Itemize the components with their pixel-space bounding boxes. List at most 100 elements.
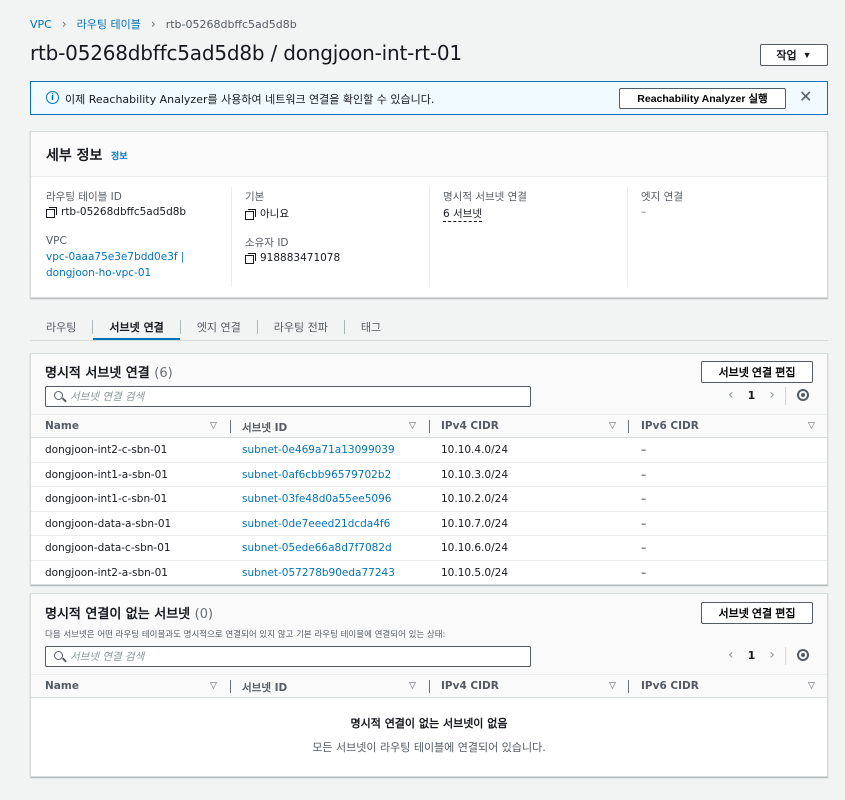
sort-down-icon[interactable]: ▽ [609, 681, 616, 691]
cell-subnet-link[interactable]: subnet-057278b90eda77243 [242, 567, 395, 579]
cell-ipv6: – [641, 468, 647, 481]
pagination: ‹ 1 › [728, 647, 775, 663]
column-header-ipv6-cidr[interactable]: IPv6 CIDR [641, 420, 699, 432]
cell-ipv6: – [641, 517, 647, 530]
chevron-right-icon[interactable]: › [769, 647, 775, 663]
route-table-id-label: 라우팅 테이블 ID [46, 191, 122, 203]
sort-down-icon[interactable]: ▽ [808, 681, 815, 691]
cell-ipv6: – [641, 567, 647, 579]
panel-title: 명시적 서브넷 연결 (6) [45, 362, 173, 381]
table-row[interactable]: dongjoon-data-a-sbn-01 subnet-0de7eeed21… [31, 512, 827, 537]
cell-subnet-link[interactable]: subnet-03fe48d0a55ee5096 [242, 493, 391, 505]
chevron-right-icon: › [61, 17, 67, 31]
breadcrumb-vpc-link[interactable]: VPC [30, 18, 52, 31]
vpc-link[interactable]: vpc-0aaa75e3e7bdd0e3f | [46, 251, 184, 263]
table-row[interactable]: dongjoon-int2-a-sbn-01 subnet-057278b90e… [31, 561, 827, 586]
sort-down-icon[interactable]: ▽ [409, 421, 416, 431]
run-reachability-analyzer-button[interactable]: Reachability Analyzer 실행 [619, 88, 786, 109]
actions-dropdown-button[interactable]: 작업 ▼ [760, 44, 828, 66]
sort-down-icon[interactable]: ▽ [210, 681, 217, 691]
empty-state-title: 명시적 연결이 없는 서브넷이 없음 [350, 717, 508, 730]
column-header-name[interactable]: Name [45, 680, 79, 692]
column-header-ipv6-cidr[interactable]: IPv6 CIDR [641, 680, 699, 692]
gear-icon[interactable] [797, 389, 809, 401]
page-number[interactable]: 1 [748, 649, 756, 662]
cell-subnet-link[interactable]: subnet-0de7eeed21dcda4f6 [242, 518, 390, 530]
info-icon: i [46, 91, 59, 104]
edit-subnet-associations-button[interactable]: 서브넷 연결 편집 [701, 602, 813, 624]
page-title: rtb-05268dbffc5ad5d8b / dongjoon-int-rt-… [30, 41, 462, 65]
panel-count: (6) [154, 366, 173, 381]
chevron-right-icon: › [150, 17, 156, 31]
column-separator[interactable] [230, 680, 231, 693]
column-header-name[interactable]: Name [45, 420, 79, 432]
column-header-ipv4-cidr[interactable]: IPv4 CIDR [441, 680, 499, 692]
search-field[interactable] [45, 646, 531, 667]
close-icon[interactable]: ✕ [799, 87, 812, 106]
cell-ipv4: 10.10.2.0/24 [441, 493, 508, 506]
tab-route-propagation[interactable]: 라우팅 전파 [258, 316, 344, 340]
breadcrumb-route-tables-link[interactable]: 라우팅 테이블 [77, 16, 141, 32]
column-header-ipv4-cidr[interactable]: IPv4 CIDR [441, 420, 499, 432]
tab-edge-associations[interactable]: 엣지 연결 [181, 316, 257, 340]
details-title: 세부 정보 [46, 148, 103, 164]
vpc-name-link[interactable]: dongjoon-ho-vpc-01 [46, 267, 151, 279]
cell-subnet-link[interactable]: subnet-0e469a71a13099039 [242, 444, 395, 456]
sort-down-icon[interactable]: ▽ [609, 421, 616, 431]
column-separator[interactable] [230, 420, 231, 433]
cell-ipv4: 10.10.5.0/24 [441, 567, 508, 579]
chevron-right-icon[interactable]: › [769, 387, 775, 403]
edge-assoc-label: 엣지 연결 [641, 191, 683, 203]
caret-down-icon: ▼ [802, 50, 812, 60]
column-separator[interactable] [628, 420, 629, 433]
explicit-assoc-label: 명시적 서브넷 연결 [443, 191, 527, 203]
copy-icon[interactable] [46, 207, 57, 218]
cell-ipv4: 10.10.7.0/24 [441, 517, 508, 530]
panel-title-text: 명시적 서브넷 연결 [45, 366, 150, 381]
divider [785, 387, 786, 405]
column-separator[interactable] [429, 420, 430, 433]
copy-icon[interactable] [245, 208, 256, 220]
panel-title-text: 명시적 연결이 없는 서브넷 [45, 607, 191, 622]
search-input[interactable] [70, 649, 510, 664]
sort-down-icon[interactable]: ▽ [808, 421, 815, 431]
column-divider [429, 187, 430, 287]
column-header-subnet-id[interactable]: 서브넷 ID [242, 680, 287, 695]
panel-title: 명시적 연결이 없는 서브넷 (0) [45, 603, 213, 622]
sort-down-icon[interactable]: ▽ [409, 681, 416, 691]
search-field[interactable] [45, 386, 531, 407]
page-number[interactable]: 1 [748, 389, 756, 402]
gear-icon[interactable] [797, 649, 809, 661]
chevron-left-icon[interactable]: ‹ [728, 387, 734, 403]
cell-subnet-link[interactable]: subnet-0af6cbb96579702b2 [242, 469, 391, 481]
sort-down-icon[interactable]: ▽ [210, 421, 217, 431]
tab-tags[interactable]: 태그 [345, 316, 397, 340]
info-link[interactable]: 정보 [111, 149, 128, 162]
cell-subnet-link[interactable]: subnet-05ede66a8d7f7082d [242, 542, 392, 554]
column-separator[interactable] [628, 680, 629, 693]
table-row[interactable]: dongjoon-int1-c-sbn-01 subnet-03fe48d0a5… [31, 487, 827, 512]
explicit-assoc-value[interactable]: 6 서브넷 [443, 206, 482, 222]
table-row[interactable]: dongjoon-int2-c-sbn-01 subnet-0e469a71a1… [31, 438, 827, 463]
search-input[interactable] [70, 389, 510, 404]
search-icon [54, 391, 63, 400]
table-header: Name ▽ 서브넷 ID ▽ IPv4 CIDR ▽ IPv6 CIDR ▽ [31, 414, 827, 438]
tab-routes[interactable]: 라우팅 [30, 316, 92, 340]
chevron-left-icon[interactable]: ‹ [728, 647, 734, 663]
column-header-subnet-id[interactable]: 서브넷 ID [242, 420, 287, 435]
info-banner: i 이제 Reachability Analyzer를 사용하여 네트워크 연결… [30, 81, 828, 115]
table-header: Name ▽ 서브넷 ID ▽ IPv4 CIDR ▽ IPv6 CIDR ▽ [31, 674, 827, 698]
details-header: 세부 정보 정보 [31, 132, 827, 177]
main-label: 기본 [245, 191, 265, 203]
breadcrumb: VPC › 라우팅 테이블 › rtb-05268dbffc5ad5d8b [30, 16, 297, 32]
table-row[interactable]: dongjoon-int1-a-sbn-01 subnet-0af6cbb965… [31, 463, 827, 488]
column-divider [231, 187, 232, 287]
column-separator[interactable] [429, 680, 430, 693]
main-text: 아니요 [260, 208, 289, 220]
cell-ipv4: 10.10.3.0/24 [441, 468, 508, 481]
route-table-id-text: rtb-05268dbffc5ad5d8b [61, 206, 187, 218]
table-row[interactable]: dongjoon-data-c-sbn-01 subnet-05ede66a8d… [31, 536, 827, 561]
copy-icon[interactable] [245, 253, 256, 264]
tab-subnet-associations[interactable]: 서브넷 연결 [93, 316, 181, 340]
edit-subnet-associations-button[interactable]: 서브넷 연결 편집 [701, 361, 813, 383]
